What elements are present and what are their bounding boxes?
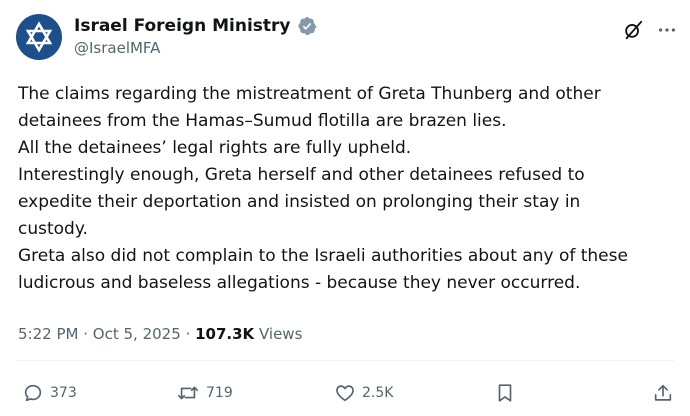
like-count: 2.5K	[362, 385, 394, 401]
reply-count: 373	[50, 385, 77, 401]
repost-button[interactable]: 719	[176, 380, 233, 406]
like-button[interactable]: 2.5K	[334, 380, 393, 406]
repost-count: 719	[206, 385, 233, 401]
bookmark-button[interactable]	[494, 380, 516, 406]
account-handle[interactable]: @IsraelMFA	[74, 38, 160, 58]
views-count: 107.3K	[195, 325, 255, 343]
grok-icon[interactable]	[620, 17, 646, 43]
more-icon[interactable]	[654, 17, 680, 43]
views-label: Views	[258, 325, 303, 343]
display-name-row: Israel Foreign Ministry	[74, 14, 317, 38]
share-button[interactable]	[652, 380, 674, 406]
display-name[interactable]: Israel Foreign Ministry	[74, 14, 291, 38]
repost-icon	[176, 382, 200, 404]
tweet-text: The claims regarding the mistreatment of…	[18, 84, 628, 293]
tweet-card: Israel Foreign Ministry @IsraelMFA The c…	[0, 0, 690, 416]
heart-icon	[334, 382, 356, 404]
israel-mfa-logo-icon	[25, 21, 53, 53]
reply-button[interactable]: 373	[22, 380, 77, 406]
tweet-date[interactable]: Oct 5, 2025	[93, 325, 181, 343]
bookmark-icon	[494, 382, 516, 404]
reply-icon	[22, 382, 44, 404]
avatar[interactable]	[16, 14, 62, 60]
tweet-meta: 5:22 PM · Oct 5, 2025 · 107.3K Views	[18, 324, 302, 344]
meta-separator: ·	[83, 325, 89, 343]
divider	[16, 360, 674, 361]
tweet-time[interactable]: 5:22 PM	[18, 325, 78, 343]
verified-badge-icon	[297, 16, 317, 36]
meta-separator: ·	[185, 325, 191, 343]
share-icon	[652, 382, 674, 404]
